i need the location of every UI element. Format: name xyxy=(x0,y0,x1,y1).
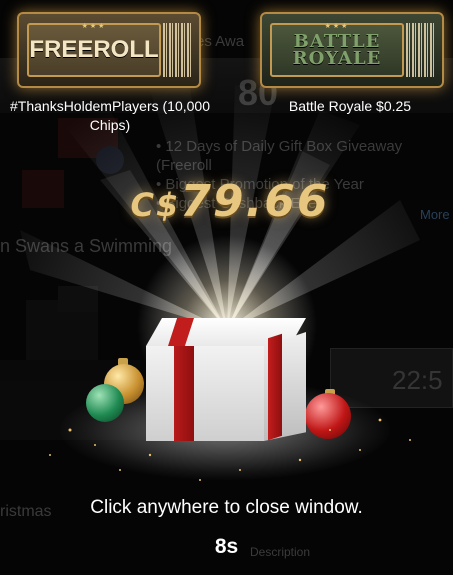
close-window-overlay[interactable] xyxy=(0,0,453,575)
